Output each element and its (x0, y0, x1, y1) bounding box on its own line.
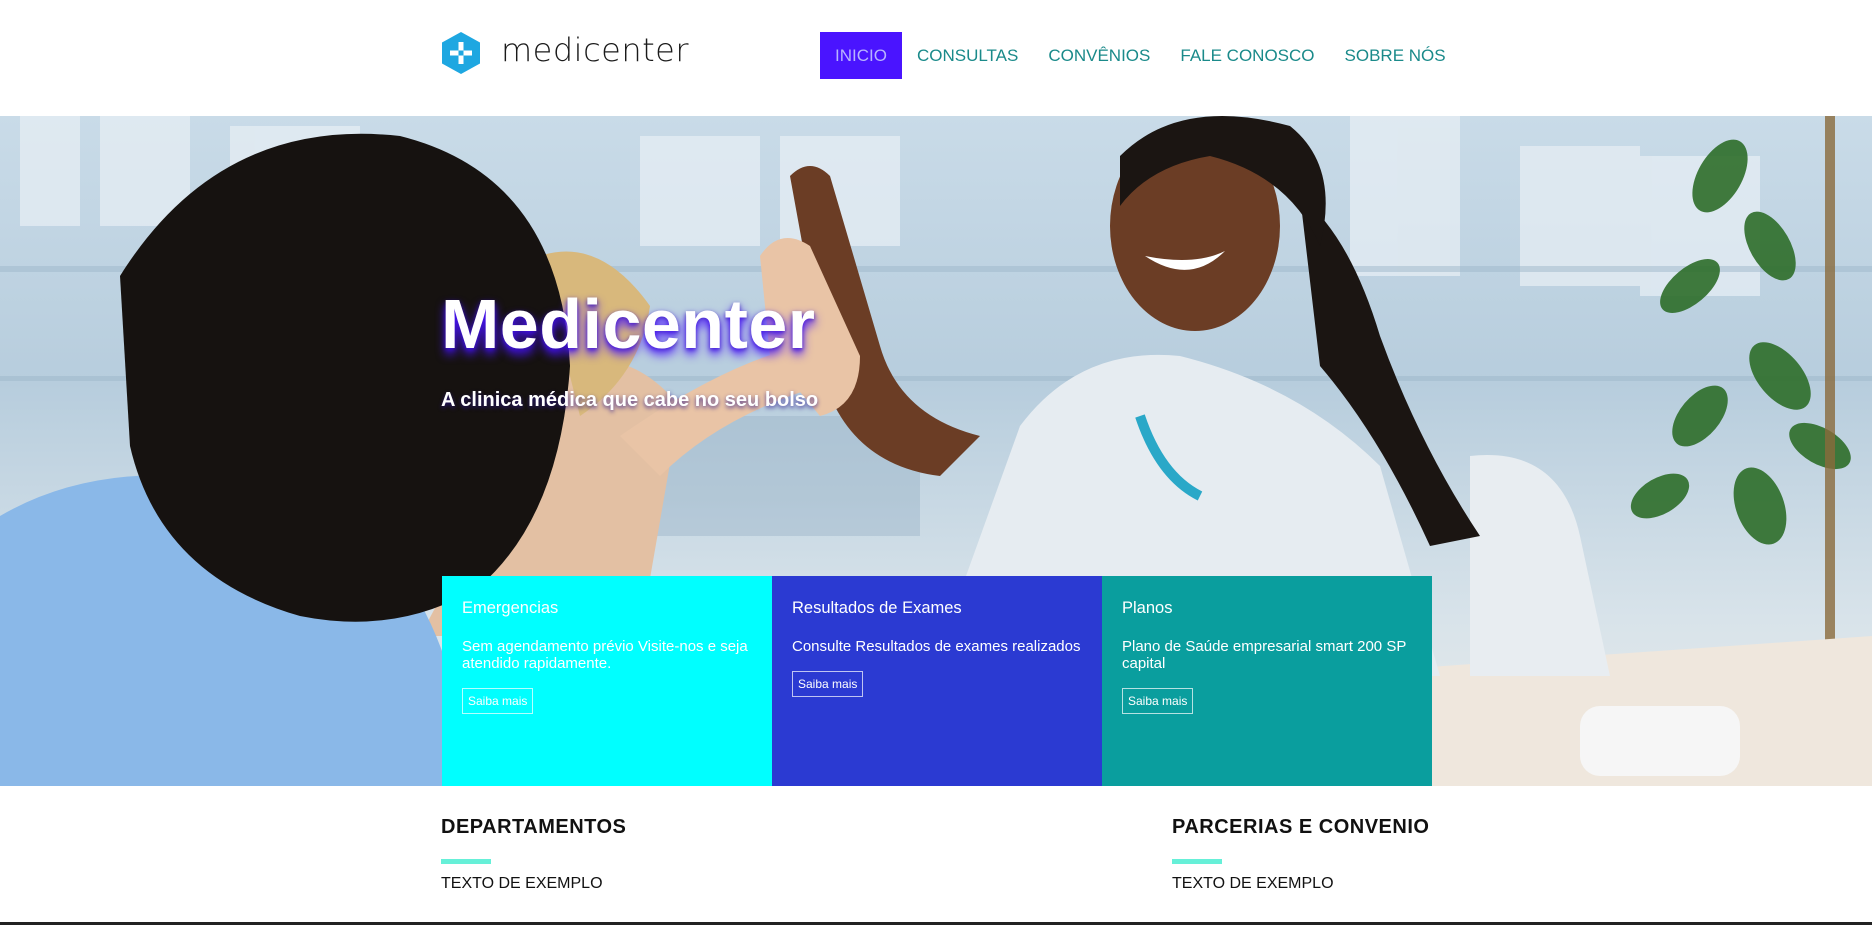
logo[interactable]: medicenter (441, 31, 689, 75)
saiba-mais-button[interactable]: Saiba mais (462, 688, 534, 714)
card-planos: Planos Plano de Saúde empresarial smart … (1102, 576, 1432, 786)
logo-text: medicenter (501, 31, 690, 69)
nav-consultas[interactable]: CONSULTAS (902, 32, 1033, 79)
hero-subtitle: A clinica médica que cabe no seu bolso (441, 389, 819, 411)
card-emergencias: Emergencias Sem agendamento prévio Visit… (442, 576, 772, 786)
card-text: Sem agendamento prévio Visite-nos e seja… (462, 638, 748, 672)
parcerias-heading: PARCERIAS E CONVENIO (1172, 816, 1430, 838)
nav-sobre-nos[interactable]: SOBRE NÓS (1330, 32, 1461, 79)
saiba-mais-button[interactable]: Saiba mais (1122, 688, 1194, 714)
feature-cards: Emergencias Sem agendamento prévio Visit… (442, 576, 1432, 786)
card-text: Plano de Saúde empresarial smart 200 SP … (1122, 638, 1407, 672)
departamentos-text: TEXTO DE EXEMPLO (441, 875, 603, 892)
saiba-mais-button[interactable]: Saiba mais (792, 671, 864, 697)
parcerias-text: TEXTO DE EXEMPLO (1172, 875, 1334, 892)
nav-fale-conosco[interactable]: FALE CONOSCO (1165, 32, 1329, 79)
section-accent-bar (1172, 859, 1222, 864)
card-text: Consulte Resultados de exames realizados (792, 638, 1081, 655)
departamentos-heading: DEPARTAMENTOS (441, 816, 627, 838)
site-header: medicenter INICIO CONSULTAS CONVÊNIOS FA… (0, 0, 1872, 116)
card-title: Emergencias (462, 599, 559, 617)
section-accent-bar (441, 859, 491, 864)
card-resultados-exames: Resultados de Exames Consulte Resultados… (772, 576, 1102, 786)
card-title: Resultados de Exames (792, 599, 962, 617)
card-title: Planos (1122, 599, 1173, 617)
hexagon-plus-icon (442, 32, 480, 74)
main-nav: INICIO CONSULTAS CONVÊNIOS FALE CONOSCO … (820, 32, 1461, 79)
nav-convenios[interactable]: CONVÊNIOS (1033, 32, 1165, 79)
hero-title: Medicenter (441, 285, 816, 363)
nav-inicio[interactable]: INICIO (820, 32, 902, 79)
